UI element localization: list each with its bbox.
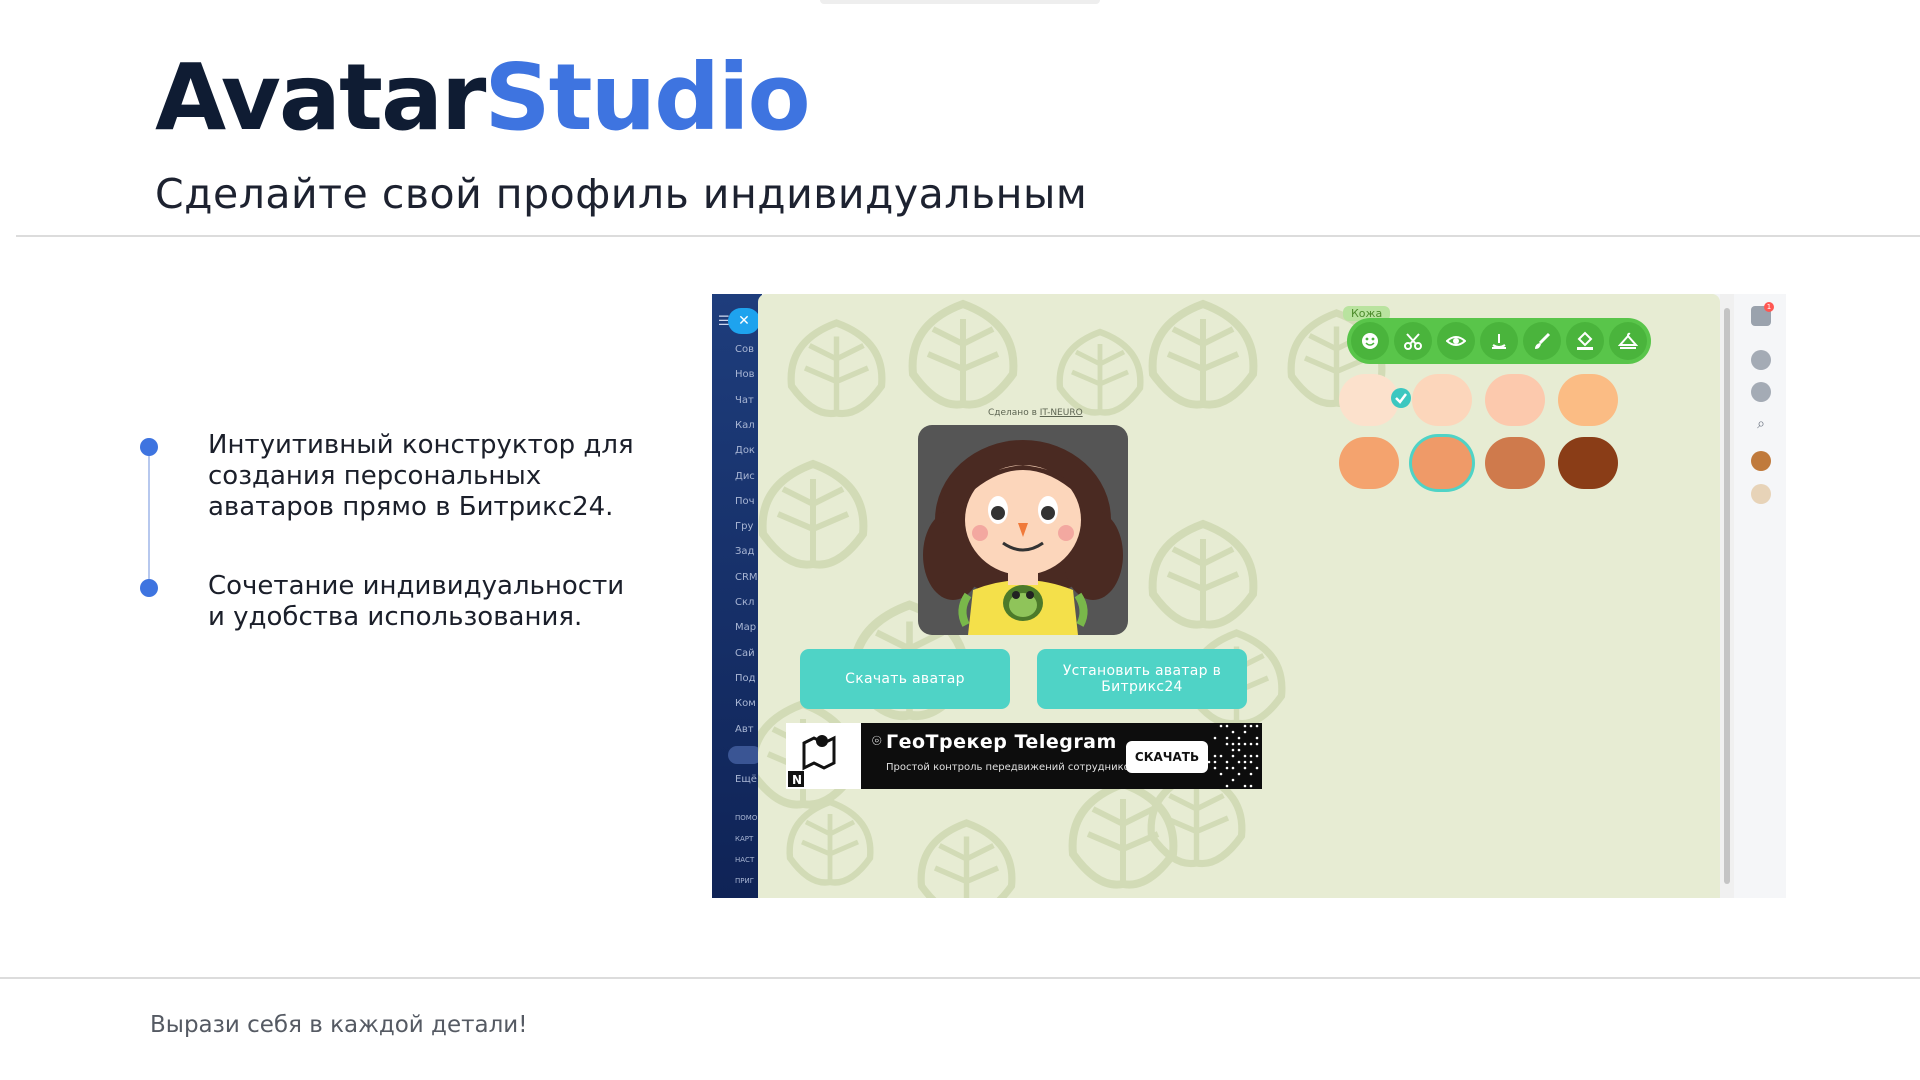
notification-badge: 1 (1764, 302, 1774, 312)
top-tab (820, 0, 1100, 4)
sidebar-item[interactable]: Под (735, 673, 756, 684)
scrollbar[interactable] (1720, 294, 1734, 898)
skin-color-swatch[interactable] (1558, 374, 1618, 426)
made-by-text: Сделано в IT-NEURO (988, 408, 1083, 418)
skin-color-swatch[interactable] (1412, 437, 1472, 489)
leaf-decoration (1048, 324, 1152, 420)
app-screenshot: ☰ Сов Нов Чат Кал Док Дис Поч Гру Зад CRM Скл Мар Са… (712, 294, 1786, 898)
skin-color-swatch[interactable] (1485, 374, 1545, 426)
sidebar-item[interactable]: НАСТ (735, 856, 754, 864)
banner-download-button[interactable]: СКАЧАТЬ (1126, 741, 1208, 773)
svg-text:N: N (792, 773, 802, 787)
scrollbar-thumb[interactable] (1724, 308, 1730, 884)
skin-color-swatch[interactable] (1485, 437, 1545, 489)
sidebar-item[interactable]: Док (735, 445, 755, 456)
bullet-connector (148, 446, 150, 588)
made-link[interactable]: IT-NEURO (1040, 408, 1083, 418)
bullet-text: Интуитивный конструктор для создания пер… (208, 430, 648, 523)
bell-icon[interactable] (1751, 350, 1771, 370)
sidebar-item[interactable]: Чат (735, 395, 754, 406)
sidebar-item[interactable]: Кал (735, 420, 755, 431)
sidebar-item[interactable]: Дис (735, 471, 755, 482)
sidebar-item[interactable]: ПОМО (735, 814, 757, 822)
page-subtitle: Сделайте свой профиль индивидуальным (155, 170, 1087, 218)
made-prefix: Сделано в (988, 408, 1037, 418)
avatar-editor: Сделано в IT-NEURO Скачать аватар Устано… (758, 294, 1720, 898)
sidebar-item[interactable]: Сай (735, 648, 755, 659)
set-avatar-button[interactable]: Установить аватар в Битрикс24 (1037, 649, 1247, 709)
leaf-decoration (758, 454, 878, 574)
skin-color-swatch[interactable] (1339, 437, 1399, 489)
sidebar-item[interactable]: CRM (735, 572, 758, 583)
avatar-preview (918, 425, 1128, 635)
skin-color-swatch[interactable] (1412, 374, 1472, 426)
map-logo-icon: N (786, 723, 861, 789)
divider-bottom (0, 977, 1920, 979)
avatar-character-icon (918, 425, 1128, 635)
chat-icon[interactable] (1751, 382, 1771, 402)
sidebar-item[interactable]: Авт (735, 724, 754, 735)
face-icon[interactable] (1351, 322, 1389, 360)
paint-bucket-icon[interactable] (1566, 322, 1604, 360)
banner-subtitle: Простой контроль передвижений сотруднико… (886, 762, 1136, 773)
location-pin-icon: ⌾ (872, 731, 882, 751)
bitrix-right-panel: 1 ⌕ (1734, 294, 1786, 898)
sidebar-item[interactable]: КАРТ (735, 835, 753, 843)
check-icon (1391, 388, 1411, 408)
bullet-dot (140, 579, 158, 597)
sidebar-item[interactable]: Скл (735, 597, 754, 608)
skin-color-swatch[interactable] (1339, 374, 1399, 426)
scissors-icon[interactable] (1394, 322, 1432, 360)
sidebar-item[interactable]: Мар (735, 622, 756, 633)
sidebar-item[interactable]: Зад (735, 546, 754, 557)
leaf-decoration (908, 814, 1025, 898)
page-title: AvatarStudio (155, 52, 809, 144)
sidebar-item[interactable]: Ком (735, 698, 756, 709)
leaf-decoration (1138, 294, 1268, 414)
leaf-decoration (778, 794, 882, 890)
close-button[interactable]: ✕ (728, 308, 760, 334)
leaf-decoration (778, 314, 895, 422)
footer-text: Вырази себя в каждой детали! (150, 1012, 527, 1038)
banner-dots-decoration (1206, 723, 1262, 789)
bitrix-sidebar: ☰ Сов Нов Чат Кал Док Дис Поч Гру Зад CRM Скл Мар Са… (712, 294, 762, 898)
search-icon[interactable]: ⌕ (1751, 416, 1771, 436)
user-avatar-2[interactable] (1751, 484, 1771, 504)
bullet-dot (140, 438, 158, 456)
hanger-icon[interactable] (1609, 322, 1647, 360)
sidebar-item[interactable]: Ещё (735, 774, 757, 785)
leaf-decoration (898, 294, 1028, 414)
eye-icon[interactable] (1437, 322, 1475, 360)
banner-title: ГеоТрекер Telegram (886, 731, 1117, 753)
title-studio: Studio (484, 44, 808, 151)
tools-toolbar (1347, 318, 1651, 364)
sidebar-active-item (728, 746, 762, 764)
sidebar-item[interactable]: Нов (735, 369, 755, 380)
brush-icon[interactable] (1523, 322, 1561, 360)
leaf-decoration (1138, 514, 1268, 634)
divider-top (16, 235, 1920, 237)
sidebar-item[interactable]: Сов (735, 344, 754, 355)
sidebar-item[interactable]: ПРИГ (735, 877, 754, 885)
title-avatar: Avatar (155, 44, 484, 151)
nose-icon[interactable] (1480, 322, 1518, 360)
user-avatar[interactable] (1751, 451, 1771, 471)
bullet-text: Сочетание индивидуальности и удобства ис… (208, 571, 648, 633)
download-avatar-button[interactable]: Скачать аватар (800, 649, 1010, 709)
ad-banner[interactable]: N ⌾ ГеоТрекер Telegram Простой контроль … (786, 723, 1262, 789)
skin-color-swatch[interactable] (1558, 437, 1618, 489)
sidebar-item[interactable]: Поч (735, 496, 755, 507)
sidebar-item[interactable]: Гру (735, 521, 753, 532)
